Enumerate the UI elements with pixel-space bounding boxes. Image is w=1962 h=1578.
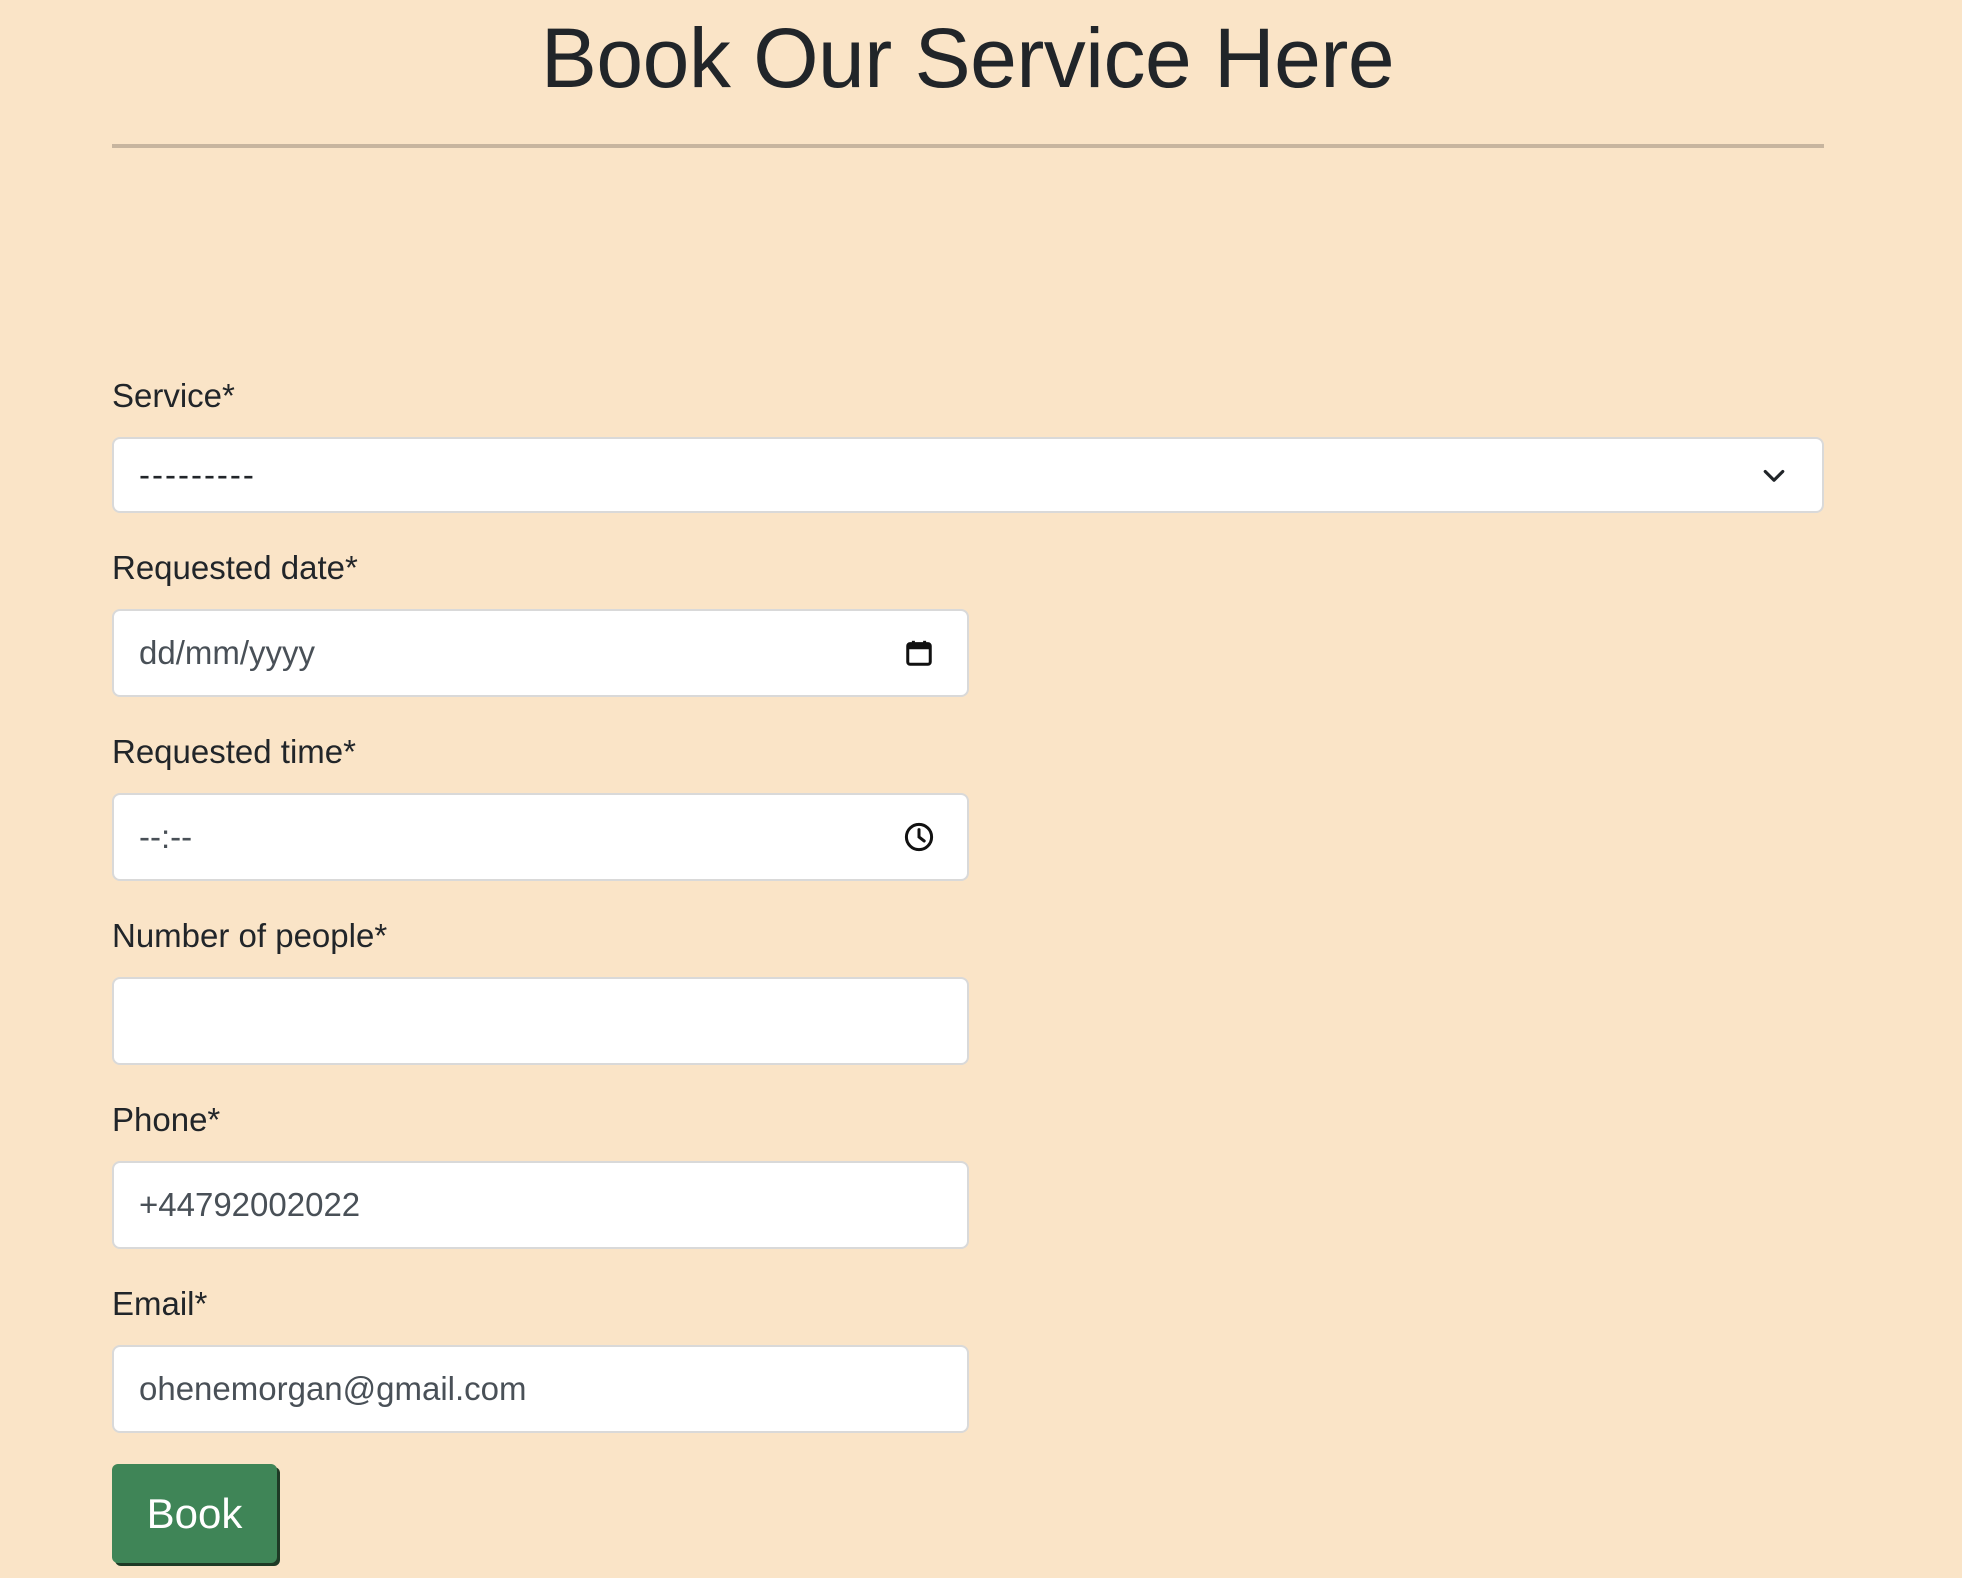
requested-date-placeholder: dd/mm/yyyy (139, 634, 316, 671)
number-of-people-label: Number of people* (112, 917, 388, 954)
phone-value: +44792002022 (139, 1186, 361, 1223)
requested-date-label: Requested date* (112, 549, 358, 586)
clock-icon[interactable] (899, 817, 939, 857)
email-label: Email* (112, 1285, 208, 1322)
book-button[interactable]: Book (112, 1464, 277, 1563)
requested-time-input[interactable]: --:-- (112, 793, 969, 881)
phone-input[interactable]: +44792002022 (112, 1161, 969, 1249)
requested-time-label: Requested time* (112, 733, 356, 770)
requested-date-input[interactable]: dd/mm/yyyy (112, 609, 969, 697)
chevron-down-icon (1754, 455, 1794, 495)
title-divider (112, 144, 1824, 148)
requested-time-placeholder: --:-- (139, 818, 193, 855)
service-select[interactable]: --------- (112, 437, 1824, 513)
number-of-people-input[interactable] (112, 977, 969, 1065)
page-title: Book Our Service Here (540, 11, 1395, 105)
service-label: Service* (112, 377, 235, 414)
email-input[interactable]: ohenemorgan@gmail.com (112, 1345, 969, 1433)
service-selected-value: --------- (139, 456, 256, 493)
email-value: ohenemorgan@gmail.com (139, 1370, 527, 1407)
calendar-icon[interactable] (899, 633, 939, 673)
phone-label: Phone* (112, 1101, 221, 1138)
